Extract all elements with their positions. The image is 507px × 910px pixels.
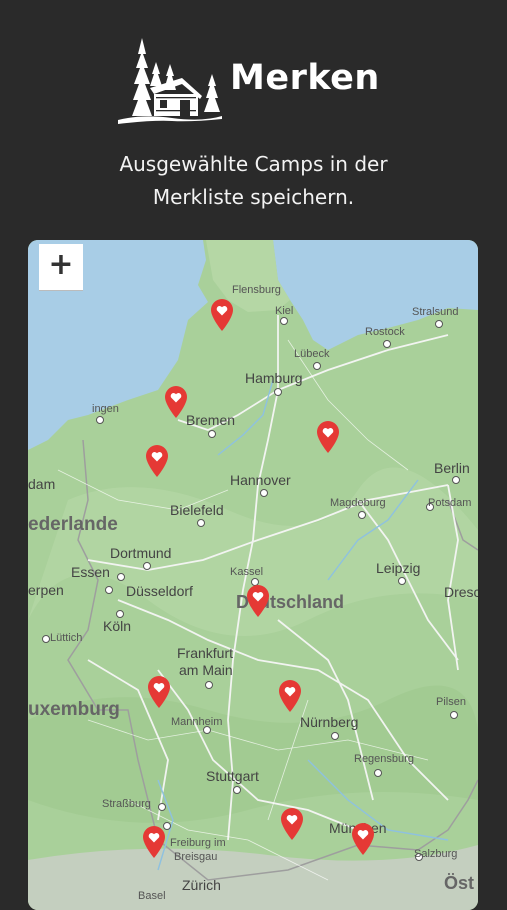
label-duesseldorf: Düsseldorf <box>126 583 193 599</box>
label-basel: Basel <box>138 890 166 902</box>
label-freiburg-2: Breisgau <box>174 851 218 863</box>
label-regensburg: Regensburg <box>354 753 414 765</box>
label-rostock: Rostock <box>365 326 405 338</box>
city-dot <box>452 476 460 484</box>
label-flensburg: Flensburg <box>232 284 281 296</box>
camp-pin[interactable] <box>277 679 303 713</box>
city-dot <box>158 803 166 811</box>
label-stuttgart: Stuttgart <box>206 768 259 784</box>
label-nederlande: ederlande <box>28 514 118 535</box>
camp-pin[interactable] <box>245 584 271 618</box>
city-dot <box>197 519 205 527</box>
city-dot <box>450 711 458 719</box>
label-luebeck: Lübeck <box>294 348 330 360</box>
city-dot <box>331 732 339 740</box>
label-hamburg: Hamburg <box>245 370 303 386</box>
city-dot <box>96 416 104 424</box>
label-stralsund: Stralsund <box>412 306 459 318</box>
city-dot <box>117 573 125 581</box>
city-dot <box>313 362 321 370</box>
label-oest: Öst <box>444 873 475 893</box>
label-hannover: Hannover <box>230 472 291 488</box>
label-potsdam: Potsdam <box>428 497 472 509</box>
cabin-forest-logo <box>118 38 222 124</box>
camp-pin[interactable] <box>163 385 189 419</box>
city-dot <box>358 511 366 519</box>
zoom-in-button[interactable]: + <box>39 244 83 291</box>
city-dot <box>374 769 382 777</box>
camp-pin[interactable] <box>315 420 341 454</box>
label-mannheim: Mannheim <box>171 716 223 728</box>
city-dot <box>280 317 288 325</box>
header: Merken Ausgewählte Camps in der Merklist… <box>0 0 507 240</box>
label-bielefeld: Bielefeld <box>170 502 224 518</box>
label-frankfurt-1: Frankfurt <box>177 645 234 661</box>
city-dot <box>143 562 151 570</box>
city-dot <box>435 320 443 328</box>
camp-pin[interactable] <box>146 675 172 709</box>
label-zuerich: Zürich <box>182 877 221 893</box>
city-dot <box>205 681 213 689</box>
city-dot <box>260 489 268 497</box>
label-dam: dam <box>28 476 56 492</box>
label-kiel: Kiel <box>275 305 294 317</box>
camp-pin[interactable] <box>144 444 170 478</box>
label-kassel: Kassel <box>230 566 264 578</box>
label-frankfurt-2: am Main <box>179 662 233 678</box>
label-luettich: Lüttich <box>50 632 83 644</box>
label-koeln: Köln <box>103 618 132 634</box>
page-title: Merken <box>230 58 380 98</box>
city-dot <box>208 430 216 438</box>
city-dot <box>233 786 241 794</box>
label-magdeburg: Magdeburg <box>330 497 386 509</box>
label-bremen: Bremen <box>186 412 236 428</box>
label-berlin: Berlin <box>434 460 470 476</box>
city-dot <box>274 388 282 396</box>
label-leipzig: Leipzig <box>376 560 421 576</box>
subtitle-line-1: Ausgewählte Camps in der <box>119 152 388 176</box>
label-erpen: erpen <box>28 582 64 598</box>
city-dot <box>398 577 406 585</box>
label-salzburg: Salzburg <box>414 848 458 860</box>
city-dot <box>42 635 50 643</box>
city-dot <box>116 610 124 618</box>
label-freiburg-1: Freiburg im <box>170 837 226 849</box>
camp-pin[interactable] <box>350 822 376 856</box>
label-essen: Essen <box>71 564 110 580</box>
map-view[interactable]: + Flensburg Kiel Stralsund Rostock Lübec… <box>28 240 478 910</box>
camp-pin[interactable] <box>279 807 305 841</box>
label-dortmund: Dortmund <box>110 545 172 561</box>
label-nuernberg: Nürnberg <box>300 714 359 730</box>
label-luxemburg: uxemburg <box>28 699 120 720</box>
subtitle-line-2: Merkliste speichern. <box>152 185 355 209</box>
city-dot <box>383 340 391 348</box>
label-strassburg: Straßburg <box>102 798 151 810</box>
label-groningen: ingen <box>92 403 119 415</box>
camp-pin[interactable] <box>141 825 167 859</box>
city-dot <box>105 586 113 594</box>
label-dresden: Dresc <box>444 584 478 600</box>
label-pilsen: Pilsen <box>436 696 466 708</box>
page-subtitle: Ausgewählte Camps in der Merkliste speic… <box>0 148 507 214</box>
camp-pin[interactable] <box>209 298 235 332</box>
